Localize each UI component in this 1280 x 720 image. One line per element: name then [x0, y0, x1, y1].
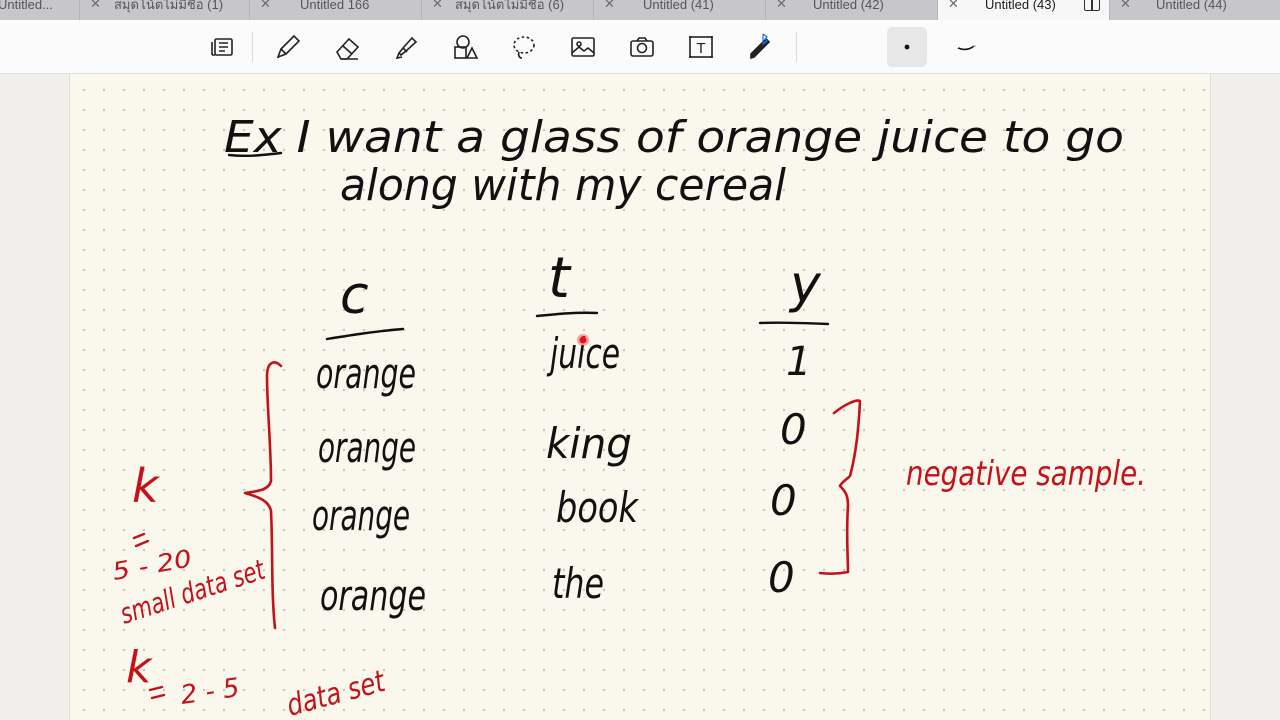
- highlighter-icon[interactable]: [389, 30, 423, 64]
- close-icon[interactable]: ✕: [948, 0, 959, 10]
- tab-title: Untitled...: [0, 0, 53, 12]
- text-icon[interactable]: T: [684, 30, 718, 64]
- row-3-label: 0: [770, 476, 797, 525]
- tab-title: Untitled 166: [300, 0, 370, 12]
- column-header-c: c: [340, 266, 369, 326]
- notebook-canvas[interactable]: Ex I want a glass of orange juice to go …: [0, 74, 1280, 720]
- sentence-line-2: along with my cereal: [340, 160, 787, 211]
- tab-title: สมุดโน้ตไม่มีชื่อ (1): [114, 0, 224, 12]
- column-header-y: y: [788, 255, 822, 315]
- handwriting-layer: Ex I want a glass of orange juice to go …: [110, 112, 1146, 720]
- close-icon[interactable]: ✕: [90, 0, 101, 10]
- tab-untitled[interactable]: Untitled...: [0, 0, 80, 20]
- column-header-t: t: [548, 246, 572, 311]
- close-icon[interactable]: ✕: [432, 0, 443, 10]
- toolbar-divider: [796, 32, 797, 62]
- toolbar-divider: [252, 32, 253, 62]
- close-icon[interactable]: ✕: [776, 0, 787, 10]
- row-1-context: orange: [316, 349, 416, 398]
- pen-icon[interactable]: [270, 30, 304, 64]
- row-2-label: 0: [780, 405, 807, 454]
- close-icon[interactable]: ✕: [260, 0, 271, 10]
- close-icon[interactable]: ✕: [604, 0, 615, 10]
- lasso-icon[interactable]: [507, 30, 541, 64]
- stroke-style-icon[interactable]: [950, 30, 984, 64]
- tab-thai-notebook-1[interactable]: ✕ สมุดโน้ตไม่มีชื่อ (1): [80, 0, 250, 20]
- laser-pointer-dot: [577, 334, 589, 346]
- row-4-context: orange: [320, 571, 426, 620]
- tab-untitled-166[interactable]: ✕ Untitled 166: [250, 0, 422, 20]
- negative-sample-label: negative sample.: [906, 454, 1146, 494]
- row-3-target: book: [556, 483, 639, 532]
- svg-text:T: T: [696, 40, 705, 57]
- tab-title: Untitled (41): [643, 0, 714, 12]
- split-view-icon[interactable]: [1084, 0, 1100, 11]
- close-icon[interactable]: ✕: [1120, 0, 1131, 10]
- tab-thai-notebook-6[interactable]: ✕ สมุดโน้ตไม่มีชื่อ (6): [422, 0, 594, 20]
- camera-icon[interactable]: [625, 30, 659, 64]
- k-label: k: [132, 459, 161, 513]
- large-data-set-label: data set: [283, 664, 390, 720]
- eraser-icon[interactable]: [330, 30, 364, 64]
- bluetooth-laser-pointer-icon[interactable]: [743, 30, 777, 64]
- tab-bar: Untitled... ✕ สมุดโน้ตไม่มีชื่อ (1) ✕ Un…: [0, 0, 1280, 20]
- image-icon[interactable]: [566, 30, 600, 64]
- toolbar: T: [0, 20, 1280, 74]
- tab-untitled-43[interactable]: ✕ Untitled (43): [938, 0, 1110, 20]
- dot-pen-size-icon[interactable]: [887, 27, 927, 67]
- sentence-line-1: Ex I want a glass of orange juice to go: [224, 112, 1124, 163]
- shapes-icon[interactable]: [448, 30, 482, 64]
- tab-untitled-42[interactable]: ✕ Untitled (42): [766, 0, 938, 20]
- page-layout-icon[interactable]: [207, 30, 241, 64]
- k-label-2: k: [126, 642, 153, 693]
- tab-title: Untitled (42): [813, 0, 884, 12]
- tab-title: สมุดโน้ตไม่มีชื่อ (6): [455, 0, 565, 12]
- row-4-label: 0: [768, 553, 795, 602]
- row-2-target: king: [546, 419, 632, 468]
- tab-title: Untitled (43): [985, 0, 1056, 12]
- k-range-large: 2 - 5: [179, 673, 242, 711]
- row-1-label: 1: [786, 339, 811, 385]
- row-2-context: orange: [318, 423, 416, 472]
- row-4-target: the: [552, 559, 604, 608]
- row-3-context: orange: [312, 491, 410, 540]
- tab-title: Untitled (44): [1156, 0, 1227, 12]
- tab-untitled-41[interactable]: ✕ Untitled (41): [594, 0, 766, 20]
- tab-untitled-44[interactable]: ✕ Untitled (44): [1110, 0, 1280, 20]
